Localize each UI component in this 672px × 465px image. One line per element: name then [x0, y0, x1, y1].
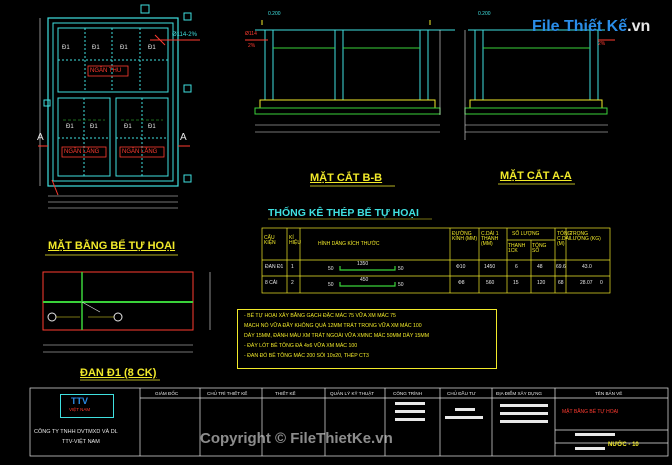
elev-label-aa: 0.200: [478, 11, 491, 17]
plan-slab-mark-6: Đ1: [90, 124, 98, 130]
note-line-5: - ĐAN ĐỔ BÊ TÔNG MÁC 200 SỎI 10x20, THÉP…: [244, 353, 369, 359]
rebar-row1-mid: 1350: [357, 261, 369, 267]
rebar-row2-right: 50: [398, 282, 404, 288]
tb-col-giam-doc: GIÁM ĐỐC: [155, 391, 179, 396]
section-aa-title: MẶT CẮT A-A: [500, 170, 572, 182]
tb-col-quan-ly: QUẢN LÝ KỸ THUẬT: [330, 391, 375, 396]
ngan-lang-label-1: NGĂN LẮNG: [64, 149, 100, 155]
rebar-header-dia: ĐƯỜNG KÍNH (MM): [452, 231, 477, 242]
brand-domain: .vn: [627, 18, 651, 35]
rebar-row1-right: 50: [398, 266, 404, 272]
plan-slab-mark-4: Đ1: [148, 45, 156, 51]
rebar-row2-member: 8 CÁI: [265, 280, 278, 286]
brand-text: File Thiết Kế.vn: [532, 19, 650, 35]
note-line-2: MẠCH NÓ VỮA ĐẦY KHÔNG QUÁ 12MM TRÁT TRON…: [244, 323, 422, 329]
rebar-row2-len: 560: [486, 280, 495, 286]
rebar-header-mark: KÍ HIỆU: [289, 235, 301, 246]
tb-col-chu-dau-tu: CHỦ ĐẦU TƯ: [447, 391, 476, 396]
rebar-row1-mark: 1: [291, 264, 294, 270]
plan-slab-mark-1: Đ1: [62, 45, 70, 51]
rebar-header-shape: HÌNH DÁNG KÍCH THƯỚC: [318, 241, 380, 247]
rebar-row2-weight: 28.07: [580, 280, 593, 286]
rebar-header-qty: TỔNG SỐ: [532, 243, 547, 254]
note-line-4: - ĐÁY LÓT BÊ TÔNG ĐÁ 4x6 VỮA XM MÁC 100: [244, 343, 358, 349]
company-logo: TTV VIỆT NAM: [60, 394, 114, 418]
rebar-header-weight: TRỌNG LƯỢNG (KG): [570, 231, 601, 242]
elev-label: 0.200: [268, 11, 281, 17]
tb-col-chu-tri: CHỦ TRÌ THIẾT KẾ: [207, 391, 248, 396]
rebar-row1-dia: Ф10: [456, 264, 466, 270]
tb-col-dia-diem: ĐỊA ĐIỂM XÂY DỰNG: [496, 391, 542, 396]
plan-slab-mark-3: Đ1: [120, 45, 128, 51]
brand-name: File Thiết Kế: [532, 18, 628, 35]
rebar-row2-totallen: 68: [558, 280, 564, 286]
rebar-header-totallen: TỔNG C.DÀI (M): [557, 231, 572, 247]
rebar-row1-qty1: 6: [515, 264, 518, 270]
rebar-header-group: SỐ LƯỢNG: [512, 231, 540, 237]
ngan-lang-label-2: NGĂN LẮNG: [122, 149, 158, 155]
rebar-row2-qty: 120: [537, 280, 546, 286]
rebar-total-note: 0: [600, 280, 603, 286]
rebar-row1-weight: 43.0: [582, 264, 592, 270]
slab-title: ĐAN Đ1 (8 CK): [80, 367, 157, 379]
notes-box: - BỂ TỰ HOẠI XÂY BẰNG GẠCH ĐẶC MÁC 75 VỮ…: [237, 309, 497, 369]
rebar-row1-totallen: 69.6: [556, 264, 566, 270]
rebar-header-member: CẤU KIỆN: [264, 235, 276, 246]
section-aa-slope: 2%: [598, 41, 606, 47]
section-pipe-label: Ø114: [245, 31, 257, 37]
plan-slab-mark-8: Đ1: [148, 124, 156, 130]
rebar-row2-qty1: 15: [513, 280, 519, 286]
rebar-row1-len: 1450: [484, 264, 496, 270]
section-bb-title: MẶT CẮT B-B: [310, 172, 383, 184]
plan-title: MẶT BẰNG BỂ TỰ HOẠI: [48, 240, 176, 252]
brand-logo: File Thiết Kế.vn: [532, 14, 652, 44]
ngan-thu-label: NGĂN THU: [90, 68, 122, 74]
rebar-row2-mark: 2: [291, 280, 294, 286]
section-mark-a-right: A: [180, 132, 187, 143]
plan-slab-mark-2: Đ1: [92, 45, 100, 51]
rebar-header-len: C.DÀI 1 THANH (MM): [481, 231, 499, 247]
tb-drawing-name: MẶT BẰNG BỂ TỰ HOẠI: [562, 409, 619, 415]
tb-col-cong-trinh: CÔNG TRÌNH: [393, 391, 423, 396]
plan-slab-mark-5: Đ1: [66, 124, 74, 130]
rebar-row1-left: 50: [328, 266, 334, 272]
watermark: Copyright © FileThietKe.vn: [200, 430, 393, 447]
logo-sub: VIỆT NAM: [69, 407, 91, 412]
rebar-table-title: THỐNG KÊ THÉP BỂ TỰ HOẠI: [268, 207, 419, 219]
plan-slab-mark-7: Đ1: [124, 124, 132, 130]
rebar-row1-qty: 48: [537, 264, 543, 270]
tb-col-thiet-ke: THIẾT KẾ: [275, 391, 296, 396]
tb-sheet-no: NƯỚC - 10: [608, 442, 639, 448]
company-line-2: TTV-VIỆT NAM: [62, 439, 100, 445]
pipe-label: Ø114-2%: [172, 32, 197, 38]
logo-text: TTV: [71, 396, 88, 406]
company-line-1: CÔNG TY TNHH DVTMXD VÀ DL: [34, 429, 118, 435]
note-line-3: DÀY 15MM, ĐÁNH MÀU XM TRÁT NGOÀI VỮA XMN…: [244, 333, 430, 339]
rebar-row2-left: 50: [328, 282, 334, 288]
rebar-header-qty1: THANH 1CK: [508, 243, 526, 254]
tb-col-ten-ban-ve: TÊN BẢN VẼ: [595, 391, 623, 396]
section-slope-label: 2%: [248, 43, 256, 49]
note-line-1: - BỂ TỰ HOẠI XÂY BẰNG GẠCH ĐẶC MÁC 75 VỮ…: [244, 313, 396, 319]
rebar-row2-dia: Ф8: [458, 280, 465, 286]
rebar-row1-member: ĐAN Đ1: [265, 264, 284, 270]
rebar-row2-mid: 450: [360, 277, 369, 283]
section-mark-a-left: A: [37, 132, 44, 143]
